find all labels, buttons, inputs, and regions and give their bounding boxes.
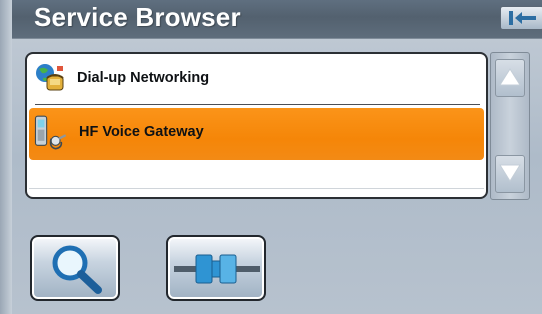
scroll-up-button[interactable]	[495, 59, 525, 97]
back-button[interactable]	[500, 6, 542, 30]
scrollbar[interactable]	[490, 52, 530, 200]
list-divider	[29, 188, 484, 189]
service-list[interactable]: Dial-up Networking HF Voice Gateway	[25, 52, 488, 199]
list-item-label: HF Voice Gateway	[79, 124, 204, 140]
back-arrow-icon	[509, 11, 536, 25]
hf-voice-gateway-icon	[34, 115, 67, 150]
arrow-down-icon	[499, 164, 521, 182]
scroll-down-button[interactable]	[495, 155, 525, 193]
arrow-up-icon	[499, 68, 521, 86]
connector-icon	[174, 254, 260, 284]
list-item-dialup-networking[interactable]: Dial-up Networking	[27, 54, 486, 106]
dialup-networking-icon	[36, 64, 64, 91]
list-divider	[35, 104, 480, 105]
window-title: Service Browser	[34, 2, 241, 32]
connect-button[interactable]	[166, 235, 266, 301]
list-item-label: Dial-up Networking	[77, 70, 210, 86]
window-left-border	[0, 0, 12, 314]
title-bar: Service Browser	[12, 0, 542, 39]
magnifier-icon	[52, 245, 102, 294]
search-button[interactable]	[30, 235, 120, 301]
list-item-hf-voice-gateway[interactable]: HF Voice Gateway	[29, 108, 484, 160]
